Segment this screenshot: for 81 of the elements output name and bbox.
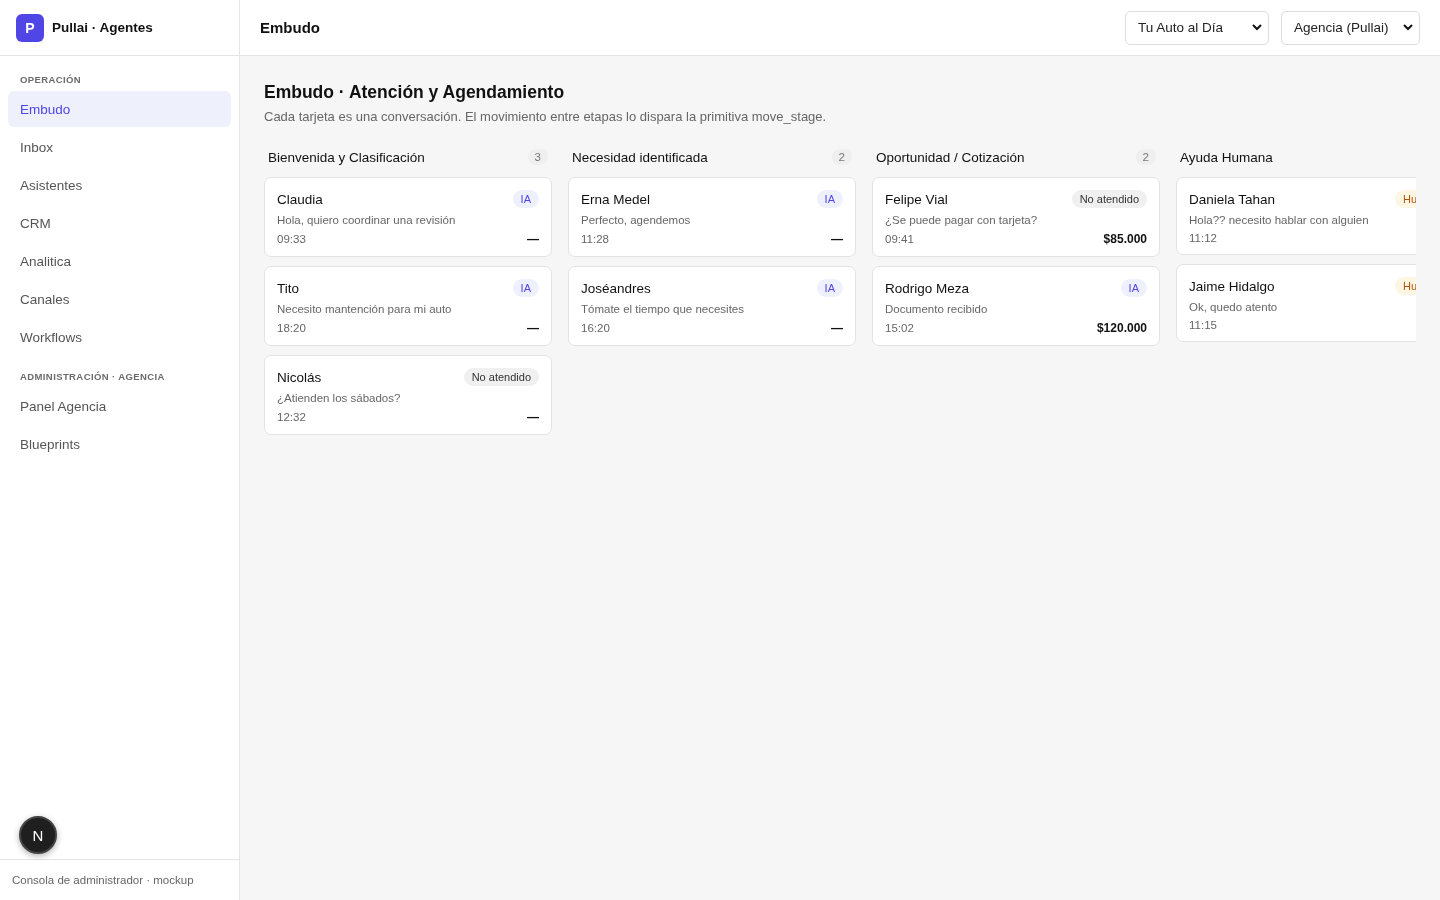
chevron-down-icon — [1252, 24, 1262, 31]
status-badge: IA — [512, 279, 539, 297]
deal-value: — — [831, 321, 843, 335]
sidebar-item[interactable]: Panel Agencia — [8, 388, 231, 424]
contact-name: Erna Medel — [581, 191, 651, 207]
contact-name: Claudia — [277, 191, 323, 207]
deal-value: — — [527, 232, 539, 246]
message-time: 12:32 — [277, 411, 306, 423]
count-badge: 2 — [1135, 149, 1156, 165]
brand-logo: P — [16, 13, 44, 42]
conversation-card[interactable]: Rodrigo Meza IA Documento recibido 15:02 $120.000 — [872, 266, 1160, 346]
message-preview: ¿Atienden los sábados? — [277, 392, 402, 404]
contact-name: Tito — [277, 280, 299, 296]
section-heading: OPERACIÓN — [19, 73, 83, 87]
message-time: 09:41 — [885, 233, 914, 245]
status-badge: Hu — [1395, 190, 1416, 208]
sidebar-item[interactable]: Asistentes — [8, 167, 231, 203]
column-title: Ayuda Humana — [1180, 149, 1273, 165]
message-preview: Perfecto, agendemos — [581, 214, 692, 226]
contact-name: Felipe Vial — [885, 191, 948, 207]
sidebar-item[interactable]: Canales — [8, 281, 231, 317]
deal-value: — — [527, 321, 539, 335]
conversation-card[interactable]: Erna Medel IA Perfecto, agendemos 11:28 — — [568, 177, 856, 257]
dev-tools-button[interactable]: N — [19, 816, 57, 854]
count-badge: 2 — [831, 149, 852, 165]
message-time: 09:33 — [277, 233, 306, 245]
sidebar-item[interactable]: Embudo — [8, 91, 231, 127]
conversation-card[interactable]: Daniela Tahan Hu Hola?? necesito hablar con alguien 11:12 — [1176, 177, 1416, 255]
message-time: 11:15 — [1189, 319, 1217, 331]
conversation-card[interactable]: Nicolás No atendido ¿Atienden los sábados? 12:32 — — [264, 355, 552, 435]
footer-note: Consola de administrador · mockup — [0, 859, 239, 900]
contact-name: Nicolás — [277, 369, 322, 385]
conversation-card[interactable]: Joséandres IA Tómate el tiempo que necesites 16:20 — — [568, 266, 856, 346]
column-title: Oportunidad / Cotización — [876, 149, 1025, 165]
message-preview: Necesito mantención para mi auto — [277, 303, 453, 315]
message-preview: Hola, quiero coordinar una revisión — [277, 214, 457, 226]
section-heading: ADMINISTRACIÓN · AGENCIA — [19, 370, 166, 384]
brand-name: Pullai · Agentes — [52, 20, 153, 35]
page-title: Embudo · Atención y Agendamiento — [264, 82, 566, 103]
deal-value: — — [831, 232, 843, 246]
message-time: 11:12 — [1189, 232, 1217, 244]
sidebar-item[interactable]: Blueprints — [8, 426, 231, 462]
dropdown-select[interactable]: Agencia (Pullai) — [1281, 10, 1420, 45]
message-preview: Documento recibido — [885, 303, 989, 315]
contact-name: Daniela Tahan — [1189, 191, 1276, 207]
conversation-card[interactable]: Jaime Hidalgo Hu Ok, quedo atento 11:15 — [1176, 264, 1416, 342]
message-preview: Tómate el tiempo que necesites — [581, 303, 745, 315]
conversation-card[interactable]: Tito IA Necesito mantención para mi auto 18:20 — — [264, 266, 552, 346]
status-badge: IA — [1120, 279, 1147, 297]
sidebar-item[interactable]: Analitica — [8, 243, 231, 279]
message-time: 15:02 — [885, 322, 914, 334]
status-badge: IA — [512, 190, 539, 208]
contact-name: Joséandres — [581, 280, 651, 296]
conversation-card[interactable]: Felipe Vial No atendido ¿Se puede pagar con tarjeta? 09:41 $85.000 — [872, 177, 1160, 257]
count-badge: 3 — [527, 149, 548, 165]
column-title: Bienvenida y Clasificación — [268, 149, 425, 165]
message-preview: ¿Se puede pagar con tarjeta? — [885, 214, 1039, 226]
message-preview: Ok, quedo atento — [1189, 301, 1279, 313]
sidebar-item[interactable]: CRM — [8, 205, 231, 241]
status-badge: IA — [816, 279, 843, 297]
page-subtitle: Cada tarjeta es una conversación. El movimiento entre etapas lo dispara la primitiva move_stage. — [264, 109, 828, 124]
contact-name: Jaime Hidalgo — [1189, 278, 1275, 294]
message-time: 16:20 — [581, 322, 610, 334]
chevron-down-icon — [1403, 24, 1413, 31]
contact-name: Rodrigo Meza — [885, 280, 970, 296]
dropdown-select[interactable]: Tu Auto al Día — [1125, 10, 1269, 45]
status-badge: No atendido — [1071, 190, 1147, 208]
sidebar-item[interactable]: Workflows — [8, 319, 231, 355]
deal-value: $85.000 — [1103, 232, 1147, 246]
sidebar-item[interactable]: Inbox — [8, 129, 231, 165]
deal-value: — — [527, 410, 539, 424]
message-time: 11:28 — [581, 233, 609, 245]
message-preview: Hola?? necesito hablar con alguien — [1189, 214, 1370, 226]
deal-value: $120.000 — [1096, 321, 1147, 335]
column-title: Necesidad identificada — [572, 149, 708, 165]
message-time: 18:20 — [277, 322, 306, 334]
status-badge: No atendido — [463, 368, 539, 386]
page-header-title: Embudo — [260, 19, 321, 36]
status-badge: IA — [816, 190, 843, 208]
status-badge: Hu — [1395, 277, 1416, 295]
conversation-card[interactable]: Claudia IA Hola, quiero coordinar una revisión 09:33 — — [264, 177, 552, 257]
